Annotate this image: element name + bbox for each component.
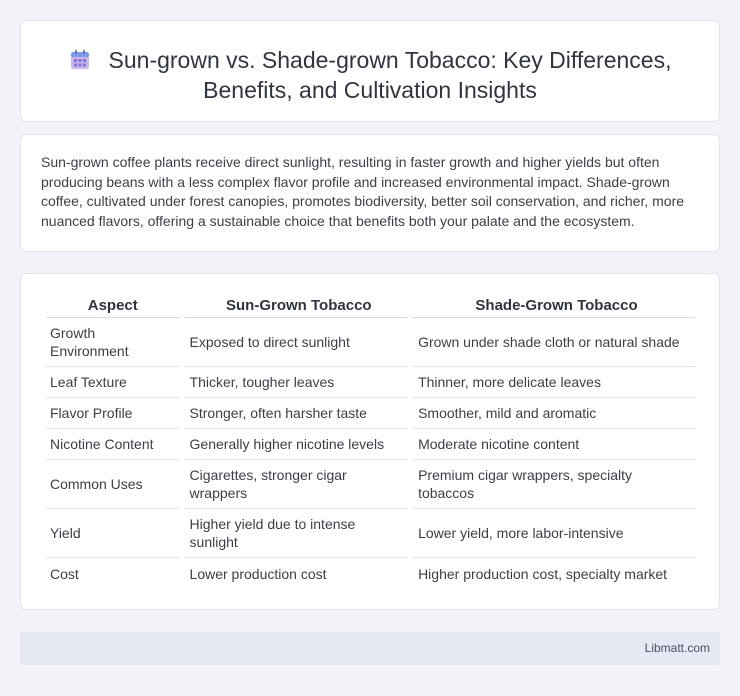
intro-paragraph: Sun-grown coffee plants receive direct s… bbox=[41, 154, 685, 229]
header-shade-grown: Shade-Grown Tobacco bbox=[412, 296, 695, 318]
table-row: Leaf Texture Thicker, tougher leaves Thi… bbox=[46, 367, 695, 398]
footer-site-link[interactable]: Libmatt.com bbox=[645, 641, 710, 655]
comparison-table: Aspect Sun-Grown Tobacco Shade-Grown Tob… bbox=[42, 296, 699, 589]
table-header-row: Aspect Sun-Grown Tobacco Shade-Grown Tob… bbox=[46, 296, 695, 318]
table-row: Flavor Profile Stronger, often harsher t… bbox=[46, 398, 695, 429]
header-sun-grown: Sun-Grown Tobacco bbox=[183, 296, 409, 318]
title-line-2: Benefits, and Cultivation Insights bbox=[203, 77, 537, 103]
cell-aspect: Flavor Profile bbox=[46, 398, 180, 429]
cell-shade: Premium cigar wrappers, specialty tobacc… bbox=[412, 460, 695, 509]
cell-sun: Stronger, often harsher taste bbox=[183, 398, 409, 429]
cell-sun: Lower production cost bbox=[189, 565, 327, 582]
comparison-card: Aspect Sun-Grown Tobacco Shade-Grown Tob… bbox=[20, 273, 720, 610]
table-row: Common Uses Cigarettes, stronger cigar w… bbox=[46, 460, 695, 509]
cell-aspect: Growth Environment bbox=[46, 318, 180, 367]
cell-shade: Lower yield, more labor-intensive bbox=[412, 509, 695, 558]
cell-aspect: Nicotine Content bbox=[46, 429, 180, 460]
title-line-1: Sun-grown vs. Shade-grown Tobacco: Key D… bbox=[108, 47, 672, 73]
footer-bar: Libmatt.com bbox=[20, 632, 720, 665]
cell-sun: Cigarettes, stronger cigar wrappers bbox=[183, 460, 409, 509]
cell-sun: Thicker, tougher leaves bbox=[183, 367, 409, 398]
cell-shade: Thinner, more delicate leaves bbox=[412, 367, 695, 398]
cell-aspect: Common Uses bbox=[46, 460, 180, 509]
title-card: Sun-grown vs. Shade-grown Tobacco: Key D… bbox=[20, 20, 720, 122]
header-aspect: Aspect bbox=[46, 296, 180, 318]
cell-aspect: Cost bbox=[50, 565, 79, 582]
calendar-icon bbox=[70, 50, 89, 69]
cell-shade: Moderate nicotine content bbox=[412, 429, 695, 460]
cell-sun: Generally higher nicotine levels bbox=[183, 429, 409, 460]
cell-sun: Exposed to direct sunlight bbox=[183, 318, 409, 367]
cell-shade: Higher production cost, specialty market bbox=[418, 565, 668, 582]
intro-card: Sun-grown coffee plants receive direct s… bbox=[20, 134, 720, 252]
page-title: Sun-grown vs. Shade-grown Tobacco: Key D… bbox=[21, 45, 719, 105]
cell-sun: Higher yield due to intense sunlight bbox=[183, 509, 409, 558]
table-row: Growth Environment Exposed to direct sun… bbox=[46, 318, 695, 367]
cell-shade: Grown under shade cloth or natural shade bbox=[412, 318, 695, 367]
cell-shade: Smoother, mild and aromatic bbox=[412, 398, 695, 429]
table-row: Nicotine Content Generally higher nicoti… bbox=[46, 429, 695, 460]
table-row: Cost Lower production cost Higher produc… bbox=[46, 558, 695, 589]
table-row: Yield Higher yield due to intense sunlig… bbox=[46, 509, 695, 558]
cell-aspect: Yield bbox=[46, 509, 180, 558]
cell-aspect: Leaf Texture bbox=[46, 367, 180, 398]
